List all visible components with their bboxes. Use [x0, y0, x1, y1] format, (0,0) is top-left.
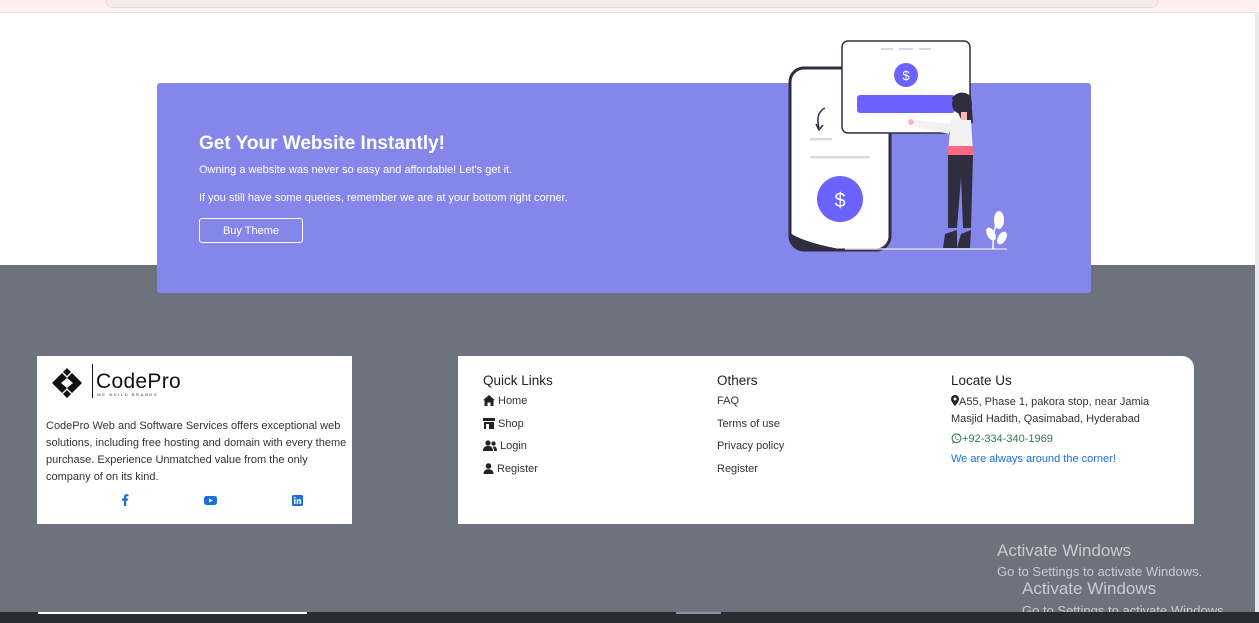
- others-link-terms[interactable]: Terms of use: [717, 417, 784, 440]
- others-link-label: FAQ: [717, 395, 740, 407]
- banner-title: Get Your Website Instantly!: [199, 133, 445, 154]
- quick-link-login[interactable]: Login: [483, 439, 553, 462]
- brand-description: CodePro Web and Software Services offers…: [46, 420, 347, 483]
- user-icon: [483, 462, 494, 474]
- others-link-faq[interactable]: FAQ: [717, 394, 784, 417]
- brand-card: CodePro WE BUILD BRANDS CodePro Web and …: [37, 356, 352, 524]
- others-heading: Others: [717, 373, 758, 388]
- address: A55, Phase 1, pakora stop, near Jamia Ma…: [951, 394, 1166, 428]
- others-link-label: Privacy policy: [717, 440, 785, 452]
- phone-number: +92-334-340-1969: [962, 433, 1053, 445]
- address-text: A55, Phase 1, pakora stop, near Jamia Ma…: [951, 396, 1150, 425]
- users-icon: [483, 440, 497, 451]
- quick-link-label: Login: [500, 440, 527, 452]
- taskbar-indicator-2: [676, 612, 721, 614]
- quick-link-register[interactable]: Register: [483, 462, 553, 485]
- payment-illustration: $ $: [788, 40, 1007, 252]
- home-icon: [483, 395, 495, 406]
- buy-theme-button[interactable]: Buy Theme: [199, 218, 303, 243]
- others-link-privacy[interactable]: Privacy policy: [717, 439, 784, 462]
- scrollbar-track[interactable]: [1255, 12, 1259, 623]
- brand-name: CodePro: [96, 370, 181, 393]
- linkedin-icon[interactable]: [290, 493, 304, 507]
- locate-column: Locate Us A55, Phase 1, pakora stop, nea…: [951, 373, 1166, 465]
- quick-link-label: Home: [498, 395, 528, 407]
- quick-link-shop[interactable]: Shop: [483, 417, 553, 440]
- address-bar[interactable]: [105, 0, 1159, 8]
- others-link-label: Terms of use: [717, 417, 780, 430]
- browser-top-strip: [0, 0, 1259, 13]
- others-link-label: Register: [717, 462, 758, 475]
- quick-link-label: Shop: [498, 417, 524, 430]
- windows-activation-title-echo: Activate Windows: [1022, 579, 1157, 598]
- quick-link-label: Register: [497, 462, 538, 475]
- banner-subtitle: Owning a website was never so easy and a…: [199, 164, 513, 176]
- logo-divider: [92, 364, 93, 398]
- around-corner-link[interactable]: We are always around the corner!: [951, 453, 1166, 465]
- quick-links-heading: Quick Links: [483, 373, 553, 388]
- map-marker-icon: [951, 395, 959, 406]
- dollar-sign-small: $: [902, 68, 910, 83]
- windows-activation-subtitle: Go to Settings to activate Windows.: [997, 564, 1203, 579]
- youtube-icon[interactable]: [203, 493, 217, 507]
- whatsapp-icon: [951, 433, 962, 444]
- others-link-register[interactable]: Register: [717, 462, 784, 485]
- brand-tagline: WE BUILD BRANDS: [97, 392, 159, 397]
- others-list: FAQ Terms of use Privacy policy Register: [717, 394, 784, 484]
- quick-links-list: Home Shop Login Register: [483, 394, 553, 484]
- whatsapp-phone-link[interactable]: +92-334-340-1969: [951, 433, 1166, 445]
- locate-heading: Locate Us: [951, 373, 1012, 388]
- shop-icon: [483, 417, 495, 429]
- taskbar-indicator-1: [38, 612, 307, 614]
- others-column: Others FAQ Terms of use Privacy policy R…: [717, 373, 784, 484]
- quick-link-home[interactable]: Home: [483, 394, 553, 417]
- dollar-sign-large: $: [834, 190, 845, 212]
- facebook-icon[interactable]: [118, 493, 132, 507]
- windows-activation-title: Activate Windows: [997, 541, 1132, 560]
- quick-links-column: Quick Links Home Shop Login Register: [483, 373, 553, 484]
- codepro-logo-icon: [52, 368, 82, 398]
- footer-links-card: Quick Links Home Shop Login Register Oth…: [458, 356, 1194, 524]
- banner-note: If you still have some queries, remember…: [199, 192, 568, 204]
